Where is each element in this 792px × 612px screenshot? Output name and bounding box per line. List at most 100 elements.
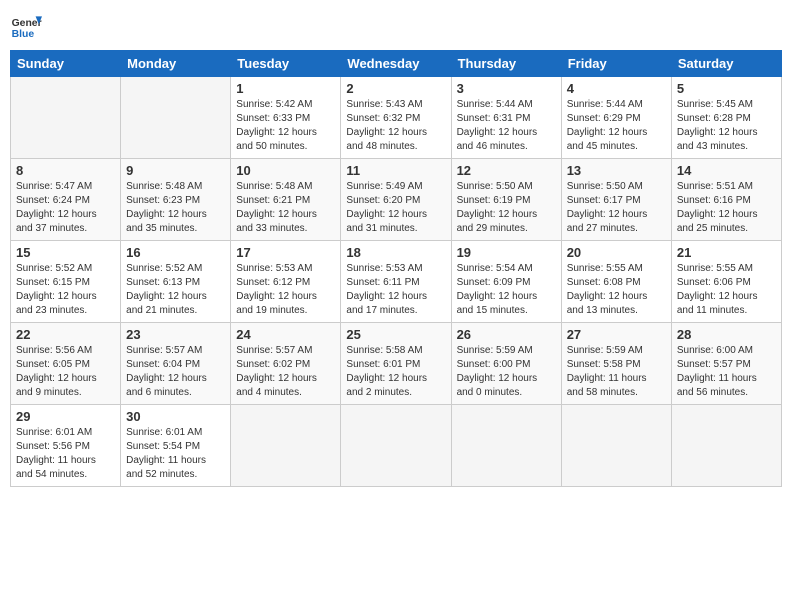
day-info: Sunrise: 5:49 AMSunset: 6:20 PMDaylight:… — [346, 180, 445, 236]
calendar-table: SundayMondayTuesdayWednesdayThursdayFrid… — [10, 50, 782, 487]
day-info: Sunrise: 5:48 AMSunset: 6:23 PMDaylight:… — [126, 180, 225, 236]
day-number: 15 — [16, 245, 115, 260]
day-info: Sunrise: 5:43 AMSunset: 6:32 PMDaylight:… — [346, 98, 445, 154]
day-cell-24: 24 Sunrise: 5:57 AMSunset: 6:02 PMDaylig… — [231, 323, 341, 405]
day-info: Sunrise: 5:42 AMSunset: 6:33 PMDaylight:… — [236, 98, 335, 154]
day-info: Sunrise: 5:50 AMSunset: 6:19 PMDaylight:… — [457, 180, 556, 236]
day-number: 28 — [677, 327, 776, 342]
calendar-week-4: 22 Sunrise: 5:56 AMSunset: 6:05 PMDaylig… — [11, 323, 782, 405]
empty-cell — [671, 405, 781, 487]
day-number: 27 — [567, 327, 666, 342]
day-info: Sunrise: 5:53 AMSunset: 6:12 PMDaylight:… — [236, 262, 335, 318]
day-cell-29: 29 Sunrise: 6:01 AMSunset: 5:56 PMDaylig… — [11, 405, 121, 487]
day-info: Sunrise: 5:51 AMSunset: 6:16 PMDaylight:… — [677, 180, 776, 236]
day-cell-28: 28 Sunrise: 6:00 AMSunset: 5:57 PMDaylig… — [671, 323, 781, 405]
day-info: Sunrise: 5:58 AMSunset: 6:01 PMDaylight:… — [346, 344, 445, 400]
day-cell-23: 23 Sunrise: 5:57 AMSunset: 6:04 PMDaylig… — [121, 323, 231, 405]
day-number: 12 — [457, 163, 556, 178]
day-number: 9 — [126, 163, 225, 178]
day-info: Sunrise: 5:45 AMSunset: 6:28 PMDaylight:… — [677, 98, 776, 154]
day-number: 30 — [126, 409, 225, 424]
day-number: 16 — [126, 245, 225, 260]
day-cell-2: 2 Sunrise: 5:43 AMSunset: 6:32 PMDayligh… — [341, 77, 451, 159]
calendar-header-row: SundayMondayTuesdayWednesdayThursdayFrid… — [11, 51, 782, 77]
day-info: Sunrise: 5:53 AMSunset: 6:11 PMDaylight:… — [346, 262, 445, 318]
day-info: Sunrise: 5:57 AMSunset: 6:04 PMDaylight:… — [126, 344, 225, 400]
day-number: 8 — [16, 163, 115, 178]
day-info: Sunrise: 6:01 AMSunset: 5:54 PMDaylight:… — [126, 426, 225, 482]
calendar-body: 1 Sunrise: 5:42 AMSunset: 6:33 PMDayligh… — [11, 77, 782, 487]
day-number: 25 — [346, 327, 445, 342]
day-number: 24 — [236, 327, 335, 342]
logo: General Blue — [10, 10, 42, 42]
header-day-tuesday: Tuesday — [231, 51, 341, 77]
day-cell-30: 30 Sunrise: 6:01 AMSunset: 5:54 PMDaylig… — [121, 405, 231, 487]
page-header: General Blue — [10, 10, 782, 42]
day-info: Sunrise: 5:57 AMSunset: 6:02 PMDaylight:… — [236, 344, 335, 400]
day-cell-13: 13 Sunrise: 5:50 AMSunset: 6:17 PMDaylig… — [561, 159, 671, 241]
empty-cell — [451, 405, 561, 487]
day-info: Sunrise: 5:44 AMSunset: 6:29 PMDaylight:… — [567, 98, 666, 154]
calendar-week-3: 15 Sunrise: 5:52 AMSunset: 6:15 PMDaylig… — [11, 241, 782, 323]
day-number: 20 — [567, 245, 666, 260]
day-cell-20: 20 Sunrise: 5:55 AMSunset: 6:08 PMDaylig… — [561, 241, 671, 323]
day-number: 3 — [457, 81, 556, 96]
day-cell-22: 22 Sunrise: 5:56 AMSunset: 6:05 PMDaylig… — [11, 323, 121, 405]
empty-cell — [561, 405, 671, 487]
day-number: 21 — [677, 245, 776, 260]
empty-cell — [11, 77, 121, 159]
day-cell-9: 9 Sunrise: 5:48 AMSunset: 6:23 PMDayligh… — [121, 159, 231, 241]
day-cell-18: 18 Sunrise: 5:53 AMSunset: 6:11 PMDaylig… — [341, 241, 451, 323]
day-info: Sunrise: 6:00 AMSunset: 5:57 PMDaylight:… — [677, 344, 776, 400]
day-info: Sunrise: 5:55 AMSunset: 6:06 PMDaylight:… — [677, 262, 776, 318]
day-number: 2 — [346, 81, 445, 96]
calendar-week-2: 8 Sunrise: 5:47 AMSunset: 6:24 PMDayligh… — [11, 159, 782, 241]
calendar-week-1: 1 Sunrise: 5:42 AMSunset: 6:33 PMDayligh… — [11, 77, 782, 159]
day-info: Sunrise: 5:56 AMSunset: 6:05 PMDaylight:… — [16, 344, 115, 400]
day-cell-10: 10 Sunrise: 5:48 AMSunset: 6:21 PMDaylig… — [231, 159, 341, 241]
day-number: 23 — [126, 327, 225, 342]
day-cell-21: 21 Sunrise: 5:55 AMSunset: 6:06 PMDaylig… — [671, 241, 781, 323]
day-cell-4: 4 Sunrise: 5:44 AMSunset: 6:29 PMDayligh… — [561, 77, 671, 159]
empty-cell — [231, 405, 341, 487]
day-info: Sunrise: 5:44 AMSunset: 6:31 PMDaylight:… — [457, 98, 556, 154]
empty-cell — [341, 405, 451, 487]
day-number: 17 — [236, 245, 335, 260]
day-info: Sunrise: 5:59 AMSunset: 5:58 PMDaylight:… — [567, 344, 666, 400]
logo-icon: General Blue — [10, 10, 42, 42]
day-number: 11 — [346, 163, 445, 178]
day-cell-15: 15 Sunrise: 5:52 AMSunset: 6:15 PMDaylig… — [11, 241, 121, 323]
day-cell-16: 16 Sunrise: 5:52 AMSunset: 6:13 PMDaylig… — [121, 241, 231, 323]
day-cell-11: 11 Sunrise: 5:49 AMSunset: 6:20 PMDaylig… — [341, 159, 451, 241]
day-number: 26 — [457, 327, 556, 342]
day-number: 29 — [16, 409, 115, 424]
day-info: Sunrise: 5:52 AMSunset: 6:15 PMDaylight:… — [16, 262, 115, 318]
svg-text:Blue: Blue — [12, 29, 35, 40]
day-cell-3: 3 Sunrise: 5:44 AMSunset: 6:31 PMDayligh… — [451, 77, 561, 159]
day-info: Sunrise: 5:48 AMSunset: 6:21 PMDaylight:… — [236, 180, 335, 236]
header-day-thursday: Thursday — [451, 51, 561, 77]
day-cell-8: 8 Sunrise: 5:47 AMSunset: 6:24 PMDayligh… — [11, 159, 121, 241]
day-cell-26: 26 Sunrise: 5:59 AMSunset: 6:00 PMDaylig… — [451, 323, 561, 405]
day-info: Sunrise: 5:47 AMSunset: 6:24 PMDaylight:… — [16, 180, 115, 236]
day-cell-12: 12 Sunrise: 5:50 AMSunset: 6:19 PMDaylig… — [451, 159, 561, 241]
day-cell-25: 25 Sunrise: 5:58 AMSunset: 6:01 PMDaylig… — [341, 323, 451, 405]
header-day-wednesday: Wednesday — [341, 51, 451, 77]
empty-cell — [121, 77, 231, 159]
day-number: 13 — [567, 163, 666, 178]
day-number: 22 — [16, 327, 115, 342]
calendar-week-5: 29 Sunrise: 6:01 AMSunset: 5:56 PMDaylig… — [11, 405, 782, 487]
header-day-monday: Monday — [121, 51, 231, 77]
day-number: 18 — [346, 245, 445, 260]
day-cell-14: 14 Sunrise: 5:51 AMSunset: 6:16 PMDaylig… — [671, 159, 781, 241]
day-cell-1: 1 Sunrise: 5:42 AMSunset: 6:33 PMDayligh… — [231, 77, 341, 159]
header-day-sunday: Sunday — [11, 51, 121, 77]
day-info: Sunrise: 6:01 AMSunset: 5:56 PMDaylight:… — [16, 426, 115, 482]
day-info: Sunrise: 5:50 AMSunset: 6:17 PMDaylight:… — [567, 180, 666, 236]
day-info: Sunrise: 5:52 AMSunset: 6:13 PMDaylight:… — [126, 262, 225, 318]
day-info: Sunrise: 5:55 AMSunset: 6:08 PMDaylight:… — [567, 262, 666, 318]
day-number: 14 — [677, 163, 776, 178]
day-cell-5: 5 Sunrise: 5:45 AMSunset: 6:28 PMDayligh… — [671, 77, 781, 159]
day-number: 1 — [236, 81, 335, 96]
header-day-saturday: Saturday — [671, 51, 781, 77]
